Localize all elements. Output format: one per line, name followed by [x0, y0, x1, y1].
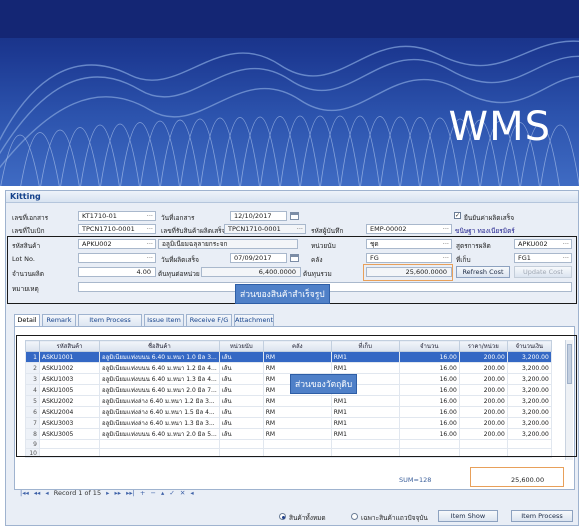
unit-label: หน่วยนับ	[311, 242, 336, 250]
item-process-button[interactable]: Item Process	[511, 510, 573, 522]
product-desc-field: อลูมิเนียมฉลุลายกระจก	[158, 239, 298, 249]
radio-all-items[interactable]	[279, 513, 286, 520]
approved-label: ยืนยันค่าผลิตเสร็จ	[464, 214, 515, 222]
receive-no-value: TPCN1710-0001	[228, 225, 281, 233]
radio-current-row-label: เฉพาะสินค้าเเถวปัจจุบัน	[361, 514, 428, 522]
prev-record-icon[interactable]: ◂	[45, 489, 48, 497]
warehouse-value: FG	[370, 254, 379, 262]
lookup-icon[interactable]: ···	[563, 254, 569, 262]
finished-goods-callout: ส่วนของสินค้าสำเร็จรูป	[235, 284, 330, 304]
lookup-icon[interactable]: ···	[147, 225, 153, 233]
tab-receive-fg[interactable]: Receive F/G	[186, 314, 232, 326]
lookup-icon[interactable]: ···	[443, 225, 449, 233]
withdraw-no-label: เลขที่ใบเบิก	[12, 227, 45, 235]
finish-date-field[interactable]: 07/09/2017	[230, 253, 287, 263]
tab-item-process-detail[interactable]: Item Process Detail	[78, 314, 142, 335]
last-record-icon[interactable]: ▸▸|	[126, 489, 135, 497]
cost-per-unit-label: ต้นทุนต่อหน่วย	[158, 270, 200, 278]
lookup-icon[interactable]: ···	[563, 240, 569, 248]
cancel-icon[interactable]: ✕	[180, 489, 185, 497]
approver-label: รหัสผู้บันทึก	[311, 227, 344, 235]
calendar-icon[interactable]	[290, 212, 299, 220]
next-record-icon[interactable]: ▸	[106, 489, 109, 497]
product-code-label: รหัสสินค้า	[12, 242, 41, 250]
doc-date-value: 12/10/2017	[234, 212, 272, 220]
remove-icon[interactable]: −	[150, 489, 155, 497]
confirm-icon[interactable]: ✓	[169, 489, 174, 497]
location-value: FG1	[518, 254, 531, 262]
approver-name: ขนิษฐา ทองเนียรมิตร์	[455, 227, 515, 235]
doc-date-field[interactable]: 12/10/2017	[230, 211, 287, 221]
lot-no-label: Lot No.	[12, 255, 35, 263]
prev-page-icon[interactable]: ◂◂	[34, 489, 41, 497]
slide-header: WMS	[0, 0, 579, 186]
product-desc-value: อลูมิเนียมฉลุลายกระจก	[162, 240, 228, 248]
cost-per-unit-field: 6,400.0000	[201, 267, 301, 277]
radio-all-items-label: สินค้าทั้งหมด	[289, 514, 326, 522]
lookup-icon[interactable]: ···	[147, 240, 153, 248]
warehouse-field[interactable]: FG ···	[366, 253, 452, 263]
add-icon[interactable]: +	[140, 489, 145, 497]
refresh-cost-button[interactable]: Refresh Cost	[456, 266, 510, 278]
calendar-icon[interactable]	[290, 254, 299, 262]
record-position: Record 1 of 15	[53, 489, 102, 497]
qty-label: จำนวนผลิต	[12, 270, 45, 278]
lookup-icon[interactable]: ···	[443, 254, 449, 262]
formula-label: สูตรการผลิต	[456, 242, 491, 250]
window-titlebar: Kitting	[6, 191, 578, 203]
next-page-icon[interactable]: ▸▸	[115, 489, 122, 497]
receive-no-field[interactable]: TPCN1710-0001 ···	[224, 224, 306, 234]
approved-checkbox[interactable]: ✓	[454, 212, 461, 219]
first-record-icon[interactable]: |◂◂	[20, 489, 29, 497]
tab-attachment[interactable]: Attachment	[234, 314, 274, 326]
update-cost-button[interactable]: Update Cost	[514, 266, 572, 278]
tab-issue-item[interactable]: Issue Item	[144, 314, 184, 326]
record-navigator: |◂◂ ◂◂ ◂ Record 1 of 15 ▸ ▸▸ ▸▸| + − ▴ ✓…	[20, 489, 197, 499]
tab-remark[interactable]: Remark	[42, 314, 76, 326]
remark-label: หมายเหตุ	[12, 285, 39, 293]
product-code-value: APKU002	[82, 240, 112, 248]
withdraw-no-field[interactable]: TPCN1710-0001 ···	[78, 224, 156, 234]
sum-amount: 25,600.00	[511, 476, 545, 484]
formula-field[interactable]: APKU002 ···	[514, 239, 572, 249]
total-cost-field: 25,600.0000	[366, 267, 452, 277]
radio-current-row[interactable]	[351, 513, 358, 520]
qty-field[interactable]: 4.00	[78, 267, 156, 277]
slide-title: WMS	[448, 104, 551, 150]
location-label: ที่เก็บ	[456, 256, 471, 264]
approver-field[interactable]: EMP-00002 ···	[366, 224, 452, 234]
withdraw-no-value: TPCN1710-0001	[82, 225, 135, 233]
lookup-icon[interactable]: ···	[297, 225, 303, 233]
doc-date-label: วันที่เอกสาร	[161, 214, 195, 222]
unit-value: ชุด	[370, 240, 379, 248]
lookup-icon[interactable]: ···	[147, 212, 153, 220]
warehouse-label: คลัง	[311, 256, 323, 264]
formula-value: APKU002	[518, 240, 548, 248]
location-field[interactable]: FG1 ···	[514, 253, 572, 263]
raw-material-section	[16, 335, 577, 457]
lookup-icon[interactable]: ···	[443, 240, 449, 248]
filter-icon[interactable]: ◂	[190, 489, 193, 497]
wave-graphic	[0, 40, 579, 186]
doc-no-field[interactable]: KT1710-01 ···	[78, 211, 156, 221]
approver-value: EMP-00002	[370, 225, 407, 233]
lot-no-field[interactable]: ···	[78, 253, 156, 263]
window-title: Kitting	[10, 192, 41, 201]
up-icon[interactable]: ▴	[161, 489, 164, 497]
finish-date-value: 07/09/2017	[234, 254, 272, 262]
doc-no-label: เลขที่เอกสาร	[12, 214, 49, 222]
lookup-icon[interactable]: ···	[147, 254, 153, 262]
unit-field[interactable]: ชุด ···	[366, 239, 452, 249]
kitting-window: Kitting เลขที่เอกสาร KT1710-01 ··· วันที่…	[5, 190, 579, 526]
total-cost-label: ต้นทุนรวม	[303, 270, 332, 278]
item-show-button[interactable]: Item Show	[438, 510, 498, 522]
doc-no-value: KT1710-01	[82, 212, 117, 220]
raw-material-callout: ส่วนของวัตถุดิบ	[290, 374, 358, 394]
product-code-field[interactable]: APKU002 ···	[78, 239, 156, 249]
sum-qty: SUM=128	[399, 476, 432, 484]
receive-no-label: เลขที่รับสินค้าผลิตเสร็จ	[161, 227, 226, 235]
finish-date-label: วันที่ผลิตเสร็จ	[161, 256, 199, 264]
